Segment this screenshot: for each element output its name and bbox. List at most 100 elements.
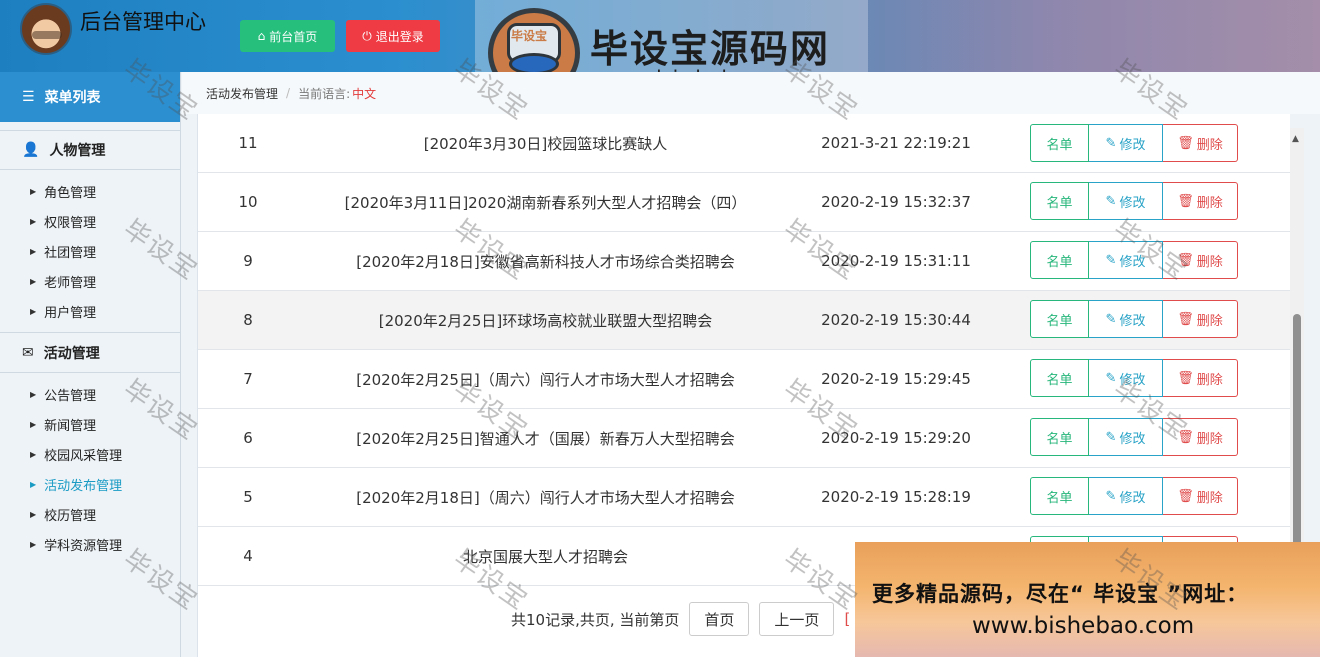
edit-icon: ✎	[1105, 135, 1117, 151]
table-row: 11 [2020年3月30日]校园篮球比赛缺人 2021-3-21 22:19:…	[198, 114, 1290, 173]
sidebar-item-news[interactable]: ▶ 新闻管理	[0, 409, 180, 439]
cell-id: 7	[243, 370, 253, 388]
cell-title: [2020年2月25日]智通人才（国展）新春万人大型招聘会	[356, 429, 735, 448]
sidebar-item-clubs[interactable]: ▶ 社团管理	[0, 236, 180, 266]
people-submenu: ▶ 角色管理 ▶ 权限管理 ▶ 社团管理 ▶ 老师管理 ▶ 用户管理	[0, 170, 180, 333]
edit-icon: ✎	[1105, 488, 1117, 504]
user-icon: 👤	[22, 142, 40, 158]
cell-title: [2020年3月11日]2020湖南新春系列大型人才招聘会（四）	[344, 193, 747, 212]
sidebar-item-label: 老师管理	[44, 275, 97, 291]
edit-button[interactable]: ✎修改	[1089, 182, 1163, 220]
delete-button[interactable]: 🗑删除	[1163, 300, 1238, 338]
edit-button[interactable]: ✎修改	[1089, 477, 1163, 515]
caret-right-icon: ▶	[30, 276, 37, 286]
edit-button[interactable]: ✎修改	[1089, 124, 1163, 162]
sidebar-item-campus-style[interactable]: ▶ 校园风采管理	[0, 439, 180, 469]
sidebar-item-permissions[interactable]: ▶ 权限管理	[0, 206, 180, 236]
home-button-label: 前台首页	[269, 29, 318, 44]
cell-id: 5	[243, 488, 253, 506]
cell-title: [2020年2月25日]环球场高校就业联盟大型招聘会	[378, 311, 713, 330]
list-button[interactable]: 名单	[1030, 241, 1089, 279]
cell-time: 2020-2-19 15:29:45	[821, 370, 971, 388]
pagination-link[interactable]: [	[844, 610, 850, 628]
caret-right-icon: ▶	[30, 539, 37, 549]
breadcrumb: 活动发布管理 / 当前语言: 中文	[182, 72, 1320, 114]
delete-button[interactable]: 🗑删除	[1163, 124, 1238, 162]
sidebar-item-label: 学科资源管理	[44, 538, 123, 554]
sidebar-item-label: 校园风采管理	[44, 448, 123, 464]
group-activities[interactable]: ✉ 活动管理	[0, 333, 180, 373]
home-button[interactable]: ⌂ 前台首页	[240, 20, 335, 52]
sidebar-item-activity-publish[interactable]: ▶ 活动发布管理	[0, 469, 180, 499]
group-people[interactable]: 👤 人物管理	[0, 130, 180, 170]
first-page-button[interactable]: 首页	[689, 602, 750, 636]
edit-label: 修改	[1119, 137, 1146, 153]
row-actions: 名单 ✎修改 🗑删除	[1030, 359, 1238, 397]
delete-button[interactable]: 🗑删除	[1163, 359, 1238, 397]
caret-right-icon: ▶	[30, 389, 37, 399]
list-button[interactable]: 名单	[1030, 418, 1089, 456]
promo-line2: www.bishebao.com	[972, 613, 1195, 639]
table-row: 7 [2020年2月25日]（周六）闯行人才市场大型人才招聘会 2020-2-1…	[198, 350, 1290, 409]
activities-submenu: ▶ 公告管理 ▶ 新闻管理 ▶ 校园风采管理 ▶ 活动发布管理 ▶ 校历管理 ▶ 学科资源管…	[0, 373, 180, 565]
list-button[interactable]: 名单	[1030, 477, 1089, 515]
edit-button[interactable]: ✎修改	[1089, 241, 1163, 279]
sidebar-item-resources[interactable]: ▶ 学科资源管理	[0, 529, 180, 559]
delete-button[interactable]: 🗑删除	[1163, 241, 1238, 279]
promo-banner: 更多精品源码，尽在“ 毕设宝 ”网址： www.bishebao.com	[855, 542, 1320, 657]
scroll-up-icon[interactable]: ▲	[1292, 134, 1299, 144]
row-actions: 名单 ✎修改 🗑删除	[1030, 241, 1238, 279]
trash-icon: 🗑	[1177, 135, 1194, 151]
prev-page-button[interactable]: 上一页	[759, 602, 835, 636]
sidebar-item-roles[interactable]: ▶ 角色管理	[0, 176, 180, 206]
list-button[interactable]: 名单	[1030, 124, 1089, 162]
edit-icon: ✎	[1105, 311, 1117, 327]
cell-title: [2020年2月25日]（周六）闯行人才市场大型人才招聘会	[356, 370, 735, 389]
cell-time: 2020-2-19 15:32:37	[821, 193, 971, 211]
scrollbar-thumb[interactable]	[1293, 314, 1301, 550]
list-label: 名单	[1046, 490, 1073, 506]
row-actions: 名单 ✎修改 🗑删除	[1030, 300, 1238, 338]
sidebar-item-label: 公告管理	[44, 388, 97, 404]
sidebar-item-users[interactable]: ▶ 用户管理	[0, 296, 180, 326]
list-button[interactable]: 名单	[1030, 359, 1089, 397]
table-row: 8 [2020年2月25日]环球场高校就业联盟大型招聘会 2020-2-19 1…	[198, 291, 1290, 350]
caret-right-icon: ▶	[30, 449, 37, 459]
breadcrumb-separator: /	[286, 86, 291, 100]
list-label: 名单	[1046, 372, 1073, 388]
edit-button[interactable]: ✎修改	[1089, 300, 1163, 338]
cell-title: [2020年2月18日]安徽省高新科技人才市场综合类招聘会	[356, 252, 735, 271]
cell-time: 2021-3-21 22:19:21	[821, 134, 971, 152]
cell-id: 9	[243, 252, 253, 270]
logout-button[interactable]: ⏻ 退出登录	[346, 20, 440, 52]
delete-button[interactable]: 🗑删除	[1163, 418, 1238, 456]
sidebar-item-label: 校历管理	[44, 508, 97, 524]
breadcrumb-page[interactable]: 活动发布管理	[206, 85, 278, 102]
cell-title: 北京国展大型人才招聘会	[462, 547, 628, 566]
list-button[interactable]: 名单	[1030, 182, 1089, 220]
row-actions: 名单 ✎修改 🗑删除	[1030, 418, 1238, 456]
table-row: 9 [2020年2月18日]安徽省高新科技人才市场综合类招聘会 2020-2-1…	[198, 232, 1290, 291]
list-label: 名单	[1046, 195, 1073, 211]
edit-label: 修改	[1119, 254, 1146, 270]
table-row: 5 [2020年2月18日]（周六）闯行人才市场大型人才招聘会 2020-2-1…	[198, 468, 1290, 527]
group-people-label: 人物管理	[49, 143, 106, 159]
trash-icon: 🗑	[1177, 252, 1194, 268]
edit-button[interactable]: ✎修改	[1089, 359, 1163, 397]
sidebar-item-calendar[interactable]: ▶ 校历管理	[0, 499, 180, 529]
cell-time: 2020-2-19 15:29:20	[821, 429, 971, 447]
sidebar-item-teachers[interactable]: ▶ 老师管理	[0, 266, 180, 296]
delete-label: 删除	[1196, 372, 1223, 388]
cell-title: [2020年3月30日]校园篮球比赛缺人	[423, 134, 668, 153]
logout-button-label: 退出登录	[375, 29, 424, 44]
list-label: 名单	[1046, 431, 1073, 447]
sidebar-item-notices[interactable]: ▶ 公告管理	[0, 379, 180, 409]
delete-button[interactable]: 🗑删除	[1163, 182, 1238, 220]
caret-right-icon: ▶	[30, 479, 37, 489]
promo-line1: 更多精品源码，尽在“ 毕设宝 ”网址：	[872, 582, 1249, 606]
sidebar-item-label: 社团管理	[44, 245, 97, 261]
list-button[interactable]: 名单	[1030, 300, 1089, 338]
edit-button[interactable]: ✎修改	[1089, 418, 1163, 456]
cell-id: 11	[238, 134, 258, 152]
delete-button[interactable]: 🗑删除	[1163, 477, 1238, 515]
